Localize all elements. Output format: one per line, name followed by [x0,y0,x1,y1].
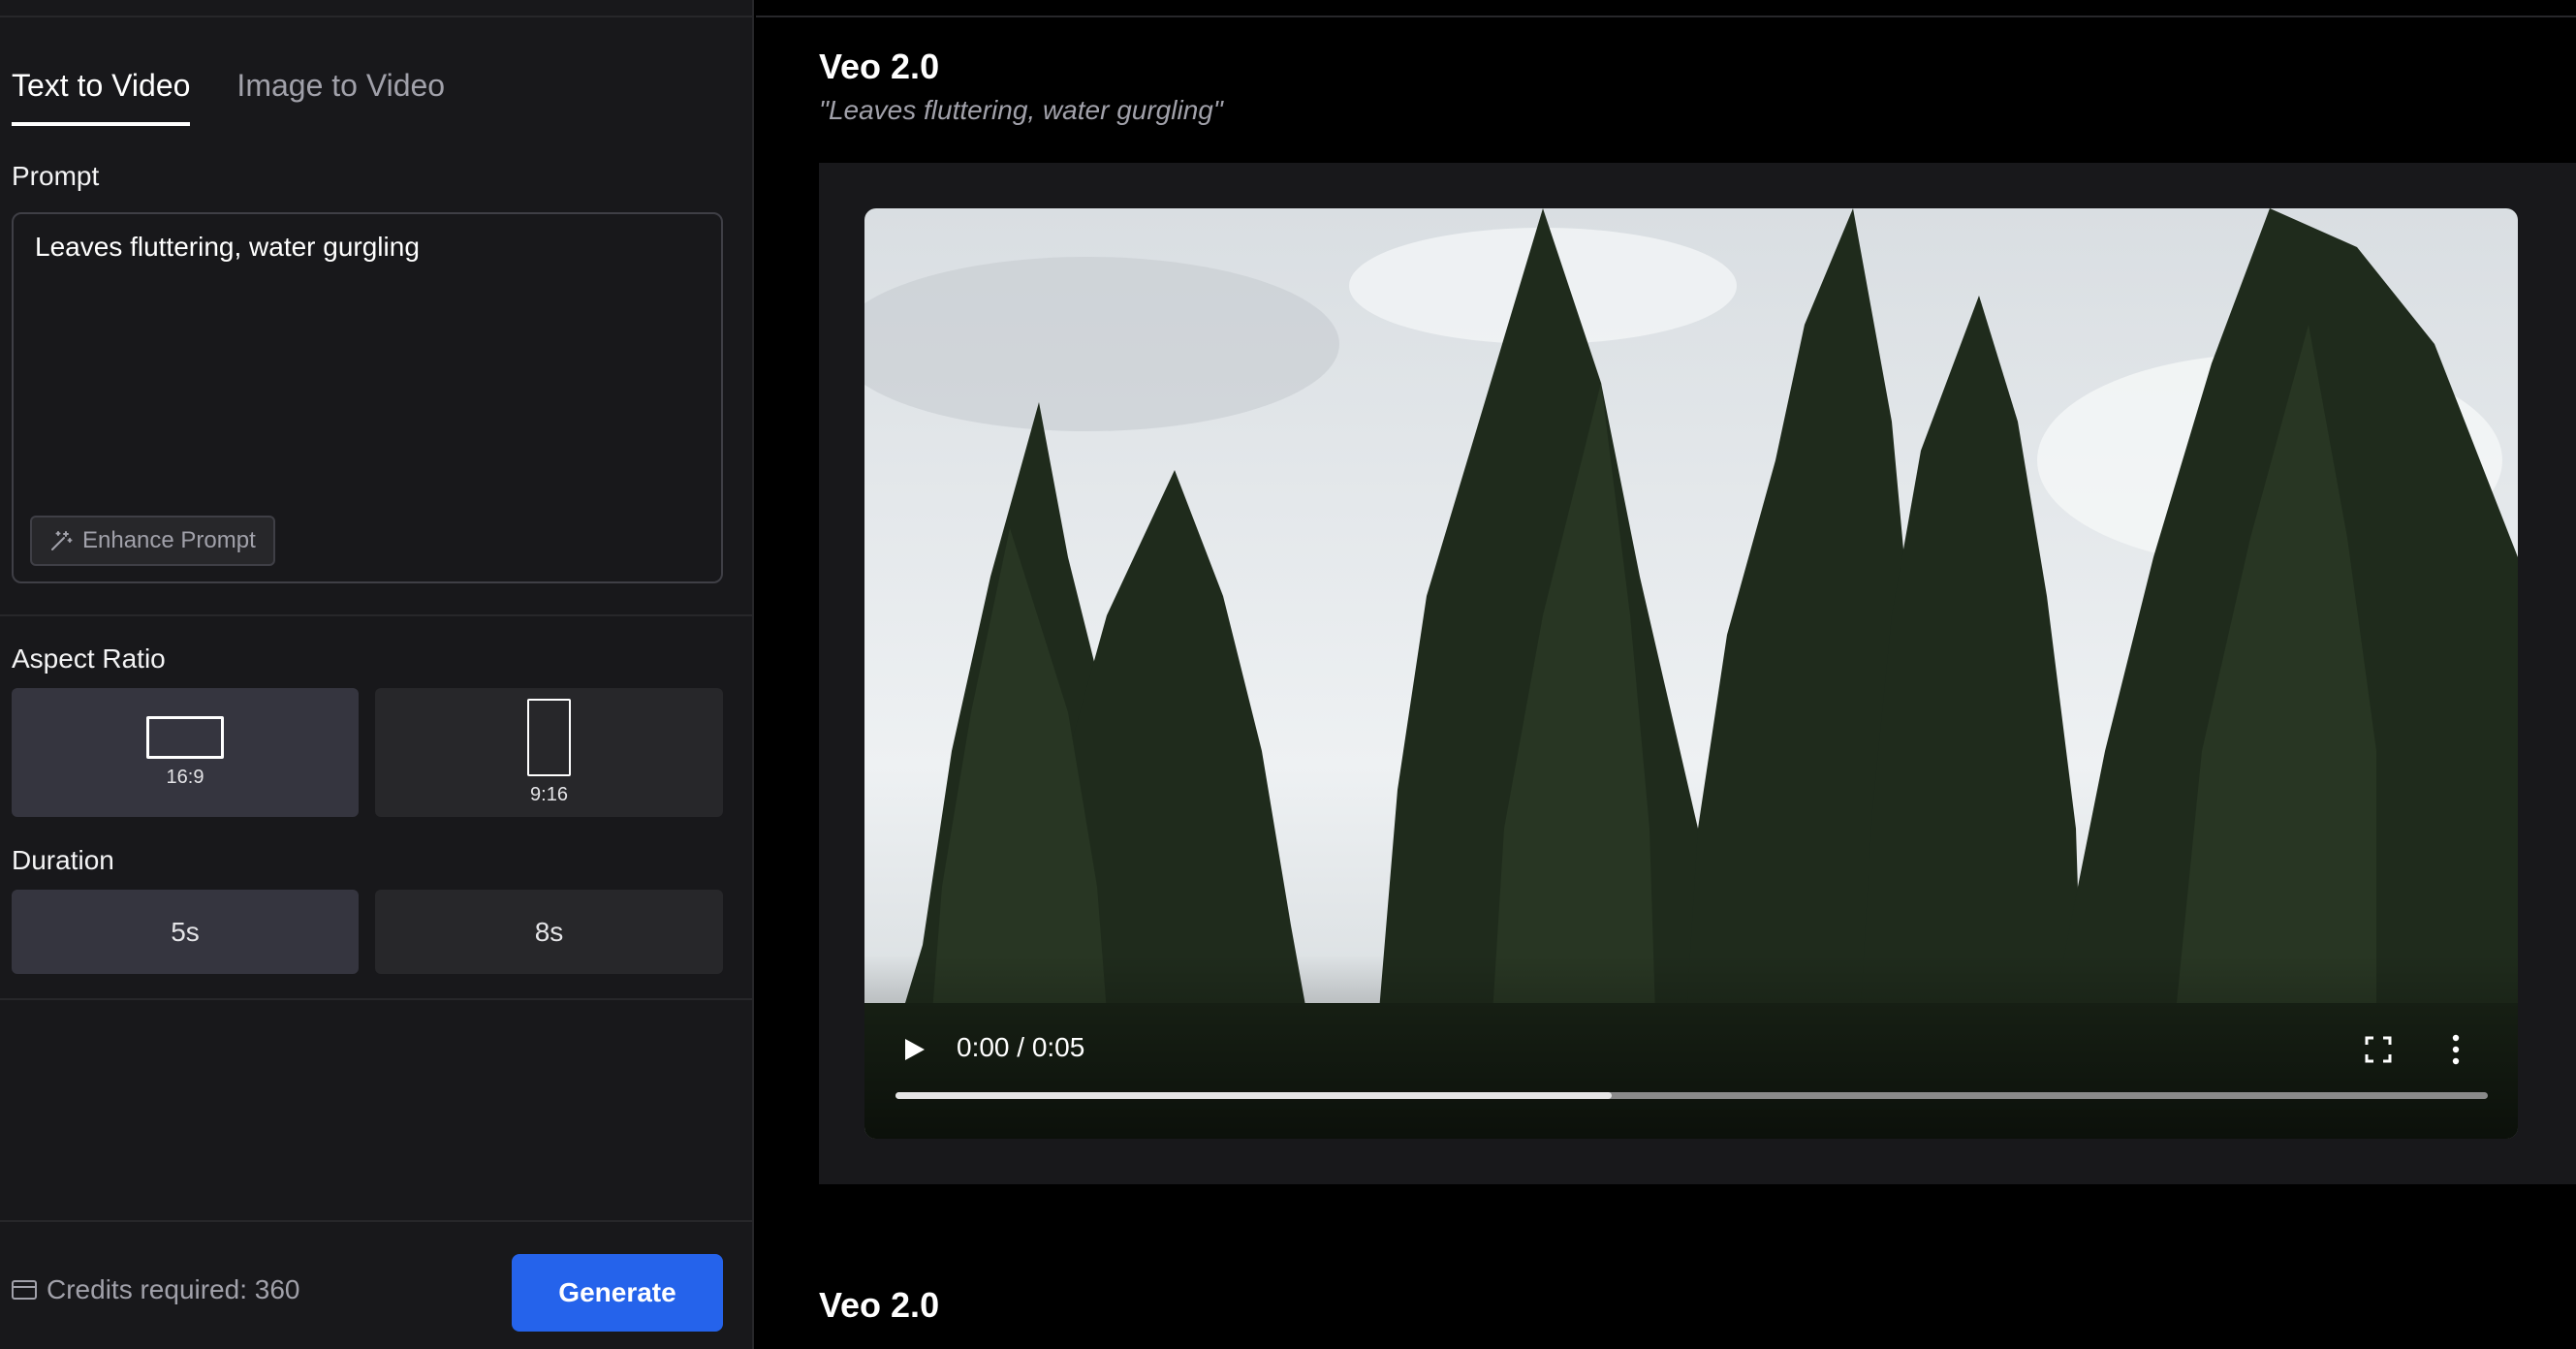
video-player[interactable]: 0:00 / 0:05 [864,208,2518,1139]
duration-label: Duration [12,845,114,875]
tab-image-to-video[interactable]: Image to Video [236,68,445,126]
time-display: 0:00 / 0:05 [957,1032,1085,1062]
results-area: Veo 2.0 "Leaves fluttering, water gurgli… [756,0,2576,1349]
duration-5s-label: 5s [171,916,200,947]
mode-tabs: Text to Video Image to Video [12,68,445,126]
aspect-9-16-button[interactable]: 9:16 [375,688,723,817]
aspect-ratio-label: Aspect Ratio [12,643,166,674]
video-progress-bar[interactable] [895,1092,2488,1099]
magic-wand-icon [51,531,73,550]
footer-divider [0,1220,754,1222]
aspect-16-9-button[interactable]: 16:9 [12,688,359,817]
play-icon[interactable] [901,1037,927,1062]
aspect-9-16-label: 9:16 [530,784,568,805]
controls-overlay [864,955,2518,1139]
section-divider [0,614,754,616]
duration-8s-button[interactable]: 8s [375,890,723,974]
enhance-prompt-button[interactable]: Enhance Prompt [30,516,275,566]
prompt-textarea[interactable]: Leaves fluttering, water gurgling Enhanc… [12,212,723,583]
landscape-rect-icon [146,716,224,759]
generate-button[interactable]: Generate [512,1254,723,1332]
panel-top-divider [0,16,754,17]
video-buffered-fill [895,1092,1613,1099]
duration-8s-label: 8s [534,916,564,947]
results-top-divider [756,16,2576,17]
section-divider [0,998,754,1000]
tab-text-to-video[interactable]: Text to Video [12,68,191,126]
credit-card-icon [12,1280,37,1300]
result-prompt-quote: "Leaves fluttering, water gurgling" [819,95,1223,125]
portrait-rect-icon [527,699,571,776]
credits-info: Credits required: 360 [12,1274,299,1305]
more-vertical-icon[interactable] [2450,1034,2462,1065]
fullscreen-icon[interactable] [2365,1036,2392,1063]
prompt-label: Prompt [12,161,100,191]
credits-text: Credits required: 360 [47,1274,300,1304]
aspect-16-9-label: 16:9 [166,767,204,788]
settings-panel: Text to Video Image to Video Prompt Leav… [0,0,754,1349]
result-card: 0:00 / 0:05 [819,163,2576,1184]
duration-5s-button[interactable]: 5s [12,890,359,974]
prompt-value: Leaves fluttering, water gurgling [35,232,420,262]
result-model-title: Veo 2.0 [819,47,940,86]
result-model-title: Veo 2.0 [819,1285,940,1325]
enhance-prompt-label: Enhance Prompt [82,527,256,553]
